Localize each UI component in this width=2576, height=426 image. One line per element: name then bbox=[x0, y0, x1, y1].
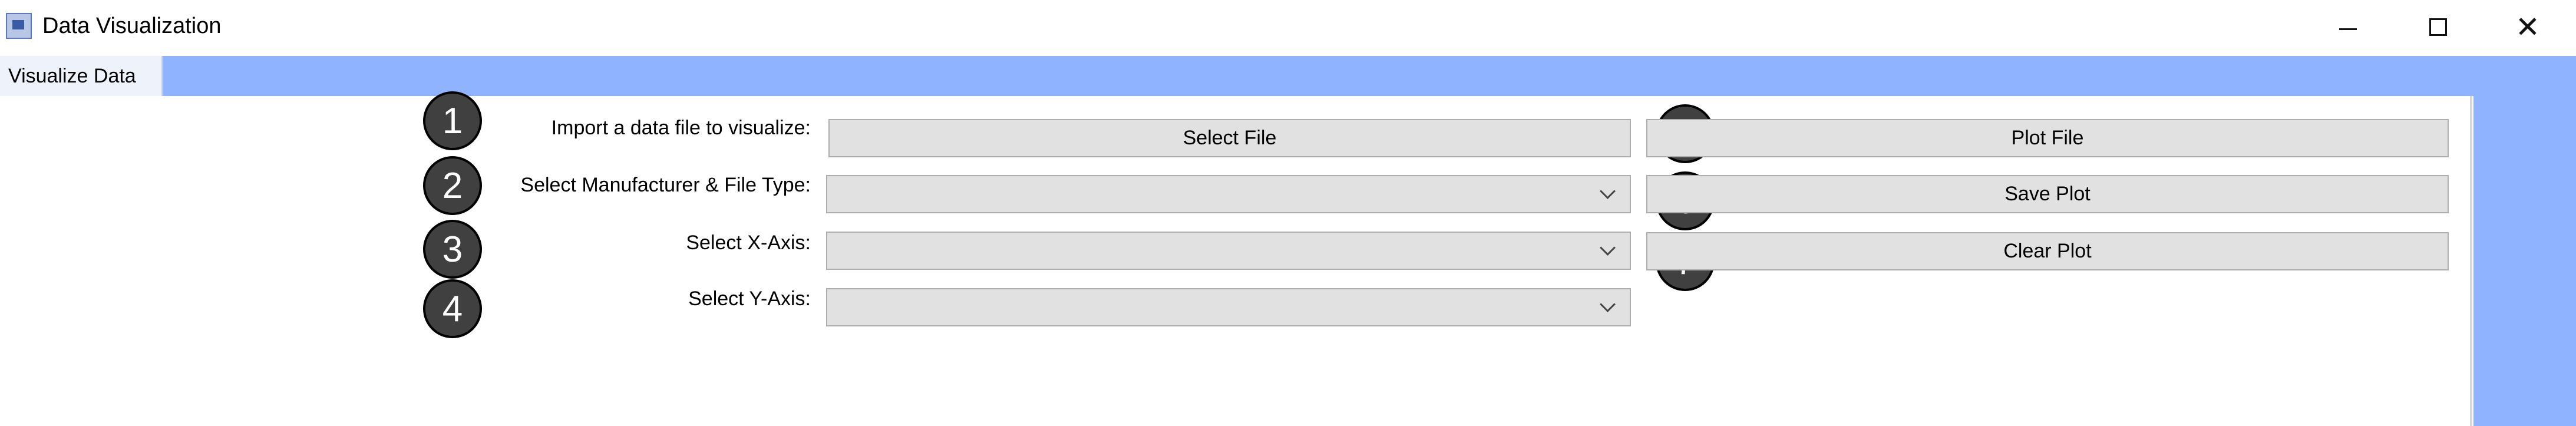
maximize-button[interactable] bbox=[2394, 0, 2482, 54]
chevron-down-icon bbox=[1600, 296, 1616, 312]
callout-badge-2: 2 bbox=[423, 156, 482, 215]
y-axis-dropdown[interactable] bbox=[826, 288, 1631, 326]
callout-badge-3: 3 bbox=[423, 220, 482, 279]
tab-visualize-data[interactable]: Visualize Data bbox=[0, 56, 163, 96]
app-icon bbox=[6, 13, 32, 39]
minimize-button[interactable] bbox=[2304, 0, 2392, 54]
minimize-icon bbox=[2339, 28, 2357, 30]
close-icon: ✕ bbox=[2515, 11, 2540, 44]
import-label: Import a data file to visualize: bbox=[551, 117, 811, 139]
save-plot-button[interactable]: Save Plot bbox=[1646, 175, 2449, 213]
plot-file-button[interactable]: Plot File bbox=[1646, 119, 2449, 157]
chevron-down-icon bbox=[1600, 240, 1616, 256]
window-title: Data Visualization bbox=[42, 14, 222, 38]
main-panel: 1 Import a data file to visualize: Selec… bbox=[0, 91, 2472, 426]
clear-plot-button[interactable]: Clear Plot bbox=[1646, 232, 2449, 270]
y-axis-label: Select Y-Axis: bbox=[688, 288, 811, 310]
x-axis-dropdown[interactable] bbox=[826, 232, 1631, 270]
close-button[interactable]: ✕ bbox=[2483, 0, 2572, 54]
callout-badge-4: 4 bbox=[423, 279, 482, 338]
right-accent-strip bbox=[2473, 96, 2576, 426]
callout-badge-1: 1 bbox=[423, 91, 482, 150]
title-bar: Data Visualization ✕ bbox=[0, 0, 2576, 54]
maximize-icon bbox=[2429, 18, 2447, 36]
x-axis-label: Select X-Axis: bbox=[686, 232, 811, 254]
manufacturer-label: Select Manufacturer & File Type: bbox=[520, 174, 811, 196]
tab-strip: Visualize Data bbox=[0, 56, 2576, 96]
select-file-button[interactable]: Select File bbox=[828, 119, 1631, 157]
chevron-down-icon bbox=[1600, 183, 1616, 199]
manufacturer-filetype-dropdown[interactable] bbox=[826, 175, 1631, 213]
